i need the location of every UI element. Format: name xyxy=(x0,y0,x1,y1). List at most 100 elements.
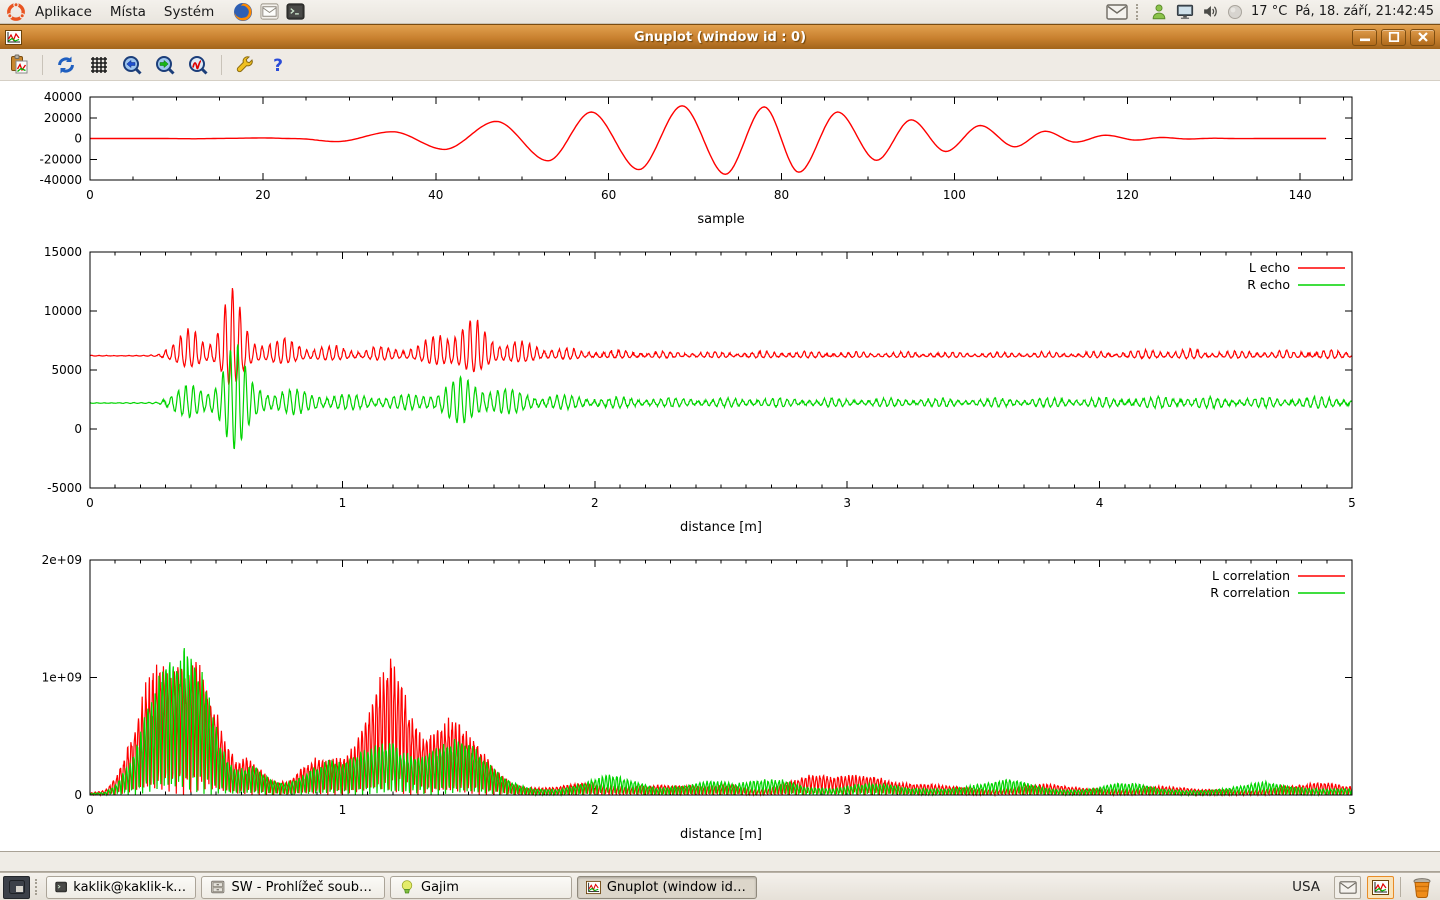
y-tick-label: 40000 xyxy=(44,90,82,104)
x-tick-label: 100 xyxy=(943,188,966,202)
taskbar-window-terminal[interactable]: kaklik@kaklik-kolej-u... xyxy=(46,876,196,899)
axis-ticks xyxy=(90,252,1352,488)
x-tick-label: 60 xyxy=(601,188,616,202)
taskbar-window-gnuplot[interactable]: Gnuplot (window id : 0) xyxy=(577,876,757,899)
y-tick-label: 1e+09 xyxy=(42,671,82,685)
window-titlebar[interactable]: Gnuplot (window id : 0) xyxy=(0,24,1440,49)
x-tick-label: 2 xyxy=(591,803,599,817)
taskbar-window-label: SW - Prohlížeč souborů xyxy=(232,880,376,895)
copy-to-clipboard-button[interactable] xyxy=(6,52,32,78)
x-tick-label: 120 xyxy=(1116,188,1139,202)
minimize-button[interactable] xyxy=(1352,29,1377,46)
plot-3: 01234501e+092e+09distance [m]L correlati… xyxy=(42,553,1356,842)
taskbar-handle[interactable] xyxy=(35,879,41,895)
toolbar-separator xyxy=(42,55,43,75)
x-tick-label: 40 xyxy=(428,188,443,202)
legend-label: R echo xyxy=(1247,277,1290,292)
temperature-label[interactable]: 17 °C xyxy=(1251,4,1287,19)
help-button[interactable]: ? xyxy=(265,52,291,78)
x-tick-label: 0 xyxy=(86,188,94,202)
clock-applet[interactable]: Pá, 18. září, 21:42:45 xyxy=(1295,4,1434,19)
plot-border xyxy=(90,560,1352,795)
unzoom-button[interactable] xyxy=(185,52,211,78)
gnome-top-panel: Aplikace Místa Systém 17 °C Pá, 18. xyxy=(0,0,1440,24)
grid-toggle-button[interactable] xyxy=(86,52,112,78)
x-tick-label: 1 xyxy=(339,496,347,510)
gnuplot-plot-canvas[interactable]: 020406080100120140-40000-200000200004000… xyxy=(0,81,1440,851)
gnuplot-icon xyxy=(586,880,601,895)
firefox-launcher-icon[interactable] xyxy=(233,2,253,22)
gnuplot-toolbar: ? xyxy=(0,49,1440,81)
menu-system[interactable]: Systém xyxy=(155,0,223,24)
y-tick-label: 2e+09 xyxy=(42,553,82,567)
options-button[interactable] xyxy=(232,52,258,78)
svg-text:?: ? xyxy=(273,56,283,76)
gnome-taskbar: kaklik@kaklik-kolej-u... SW - Prohlížeč … xyxy=(0,872,1440,900)
mail-launcher-icon[interactable] xyxy=(260,2,279,21)
menu-applications-label: Aplikace xyxy=(35,4,92,20)
window-title: Gnuplot (window id : 0) xyxy=(0,30,1440,45)
taskbar-window-label: Gnuplot (window id : 0) xyxy=(607,880,748,895)
x-axis-label: distance [m] xyxy=(680,827,762,842)
x-tick-label: 4 xyxy=(1096,803,1104,817)
taskbar-window-file-manager[interactable]: SW - Prohlížeč souborů xyxy=(201,876,385,899)
x-tick-label: 5 xyxy=(1348,803,1356,817)
show-desktop-button[interactable] xyxy=(3,876,30,899)
toolbar-separator xyxy=(221,55,222,75)
gajim-icon xyxy=(399,879,415,895)
gnuplot-window: Gnuplot (window id : 0) xyxy=(0,24,1440,872)
y-tick-label: 0 xyxy=(74,788,82,802)
x-axis-label: distance [m] xyxy=(680,520,762,535)
x-tick-label: 3 xyxy=(843,803,851,817)
series-l-correlation xyxy=(90,659,1352,795)
legend-label: L echo xyxy=(1249,260,1290,275)
x-tick-label: 140 xyxy=(1289,188,1312,202)
menu-places-label: Místa xyxy=(110,4,146,20)
trash-applet[interactable] xyxy=(1407,877,1437,898)
tray-handle[interactable] xyxy=(1136,4,1142,20)
keyboard-layout-indicator[interactable]: USA xyxy=(1284,879,1328,895)
y-tick-label: 10000 xyxy=(44,304,82,318)
x-tick-label: 20 xyxy=(255,188,270,202)
file-manager-icon xyxy=(210,879,226,895)
menu-system-label: Systém xyxy=(164,4,214,20)
y-tick-label: -20000 xyxy=(39,152,82,166)
window-statusbar xyxy=(0,851,1440,872)
mail-notifier-icon[interactable] xyxy=(1106,4,1128,20)
y-tick-label: -40000 xyxy=(39,173,82,187)
series-r-correlation xyxy=(90,648,1352,795)
terminal-icon xyxy=(55,879,67,895)
x-tick-label: 80 xyxy=(774,188,789,202)
volume-icon[interactable] xyxy=(1202,3,1219,20)
axis-ticks xyxy=(90,560,1352,795)
zoom-previous-button[interactable] xyxy=(119,52,145,78)
plots-svg: 020406080100120140-40000-200000200004000… xyxy=(0,81,1440,851)
y-tick-label: 5000 xyxy=(51,363,82,377)
legend-label: R correlation xyxy=(1210,585,1290,600)
terminal-launcher-icon[interactable] xyxy=(286,2,305,21)
plot-border xyxy=(90,252,1352,488)
display-settings-icon[interactable] xyxy=(1176,3,1194,21)
menu-applications[interactable]: Aplikace xyxy=(26,0,101,24)
x-tick-label: 4 xyxy=(1096,496,1104,510)
zoom-next-button[interactable] xyxy=(152,52,178,78)
weather-icon[interactable] xyxy=(1227,4,1243,20)
taskbar-window-gajim[interactable]: Gajim xyxy=(390,876,572,899)
close-button[interactable] xyxy=(1410,29,1435,46)
legend-label: L correlation xyxy=(1212,568,1290,583)
maximize-button[interactable] xyxy=(1381,29,1406,46)
replot-button[interactable] xyxy=(53,52,79,78)
x-tick-label: 3 xyxy=(843,496,851,510)
ubuntu-logo-icon[interactable] xyxy=(6,2,26,22)
tray-mail-icon[interactable] xyxy=(1334,876,1361,899)
plot-2: 012345-5000050001000015000distance [m]L … xyxy=(44,245,1356,535)
user-presence-icon[interactable] xyxy=(1150,3,1168,21)
y-tick-label: -5000 xyxy=(47,481,82,495)
series-curve xyxy=(90,106,1326,175)
plot-1: 020406080100120140-40000-200000200004000… xyxy=(39,90,1352,227)
x-tick-label: 0 xyxy=(86,496,94,510)
menu-places[interactable]: Místa xyxy=(101,0,155,24)
window-icon xyxy=(5,30,22,45)
y-tick-label: 0 xyxy=(74,132,82,146)
tray-gnuplot-icon[interactable] xyxy=(1367,876,1394,899)
